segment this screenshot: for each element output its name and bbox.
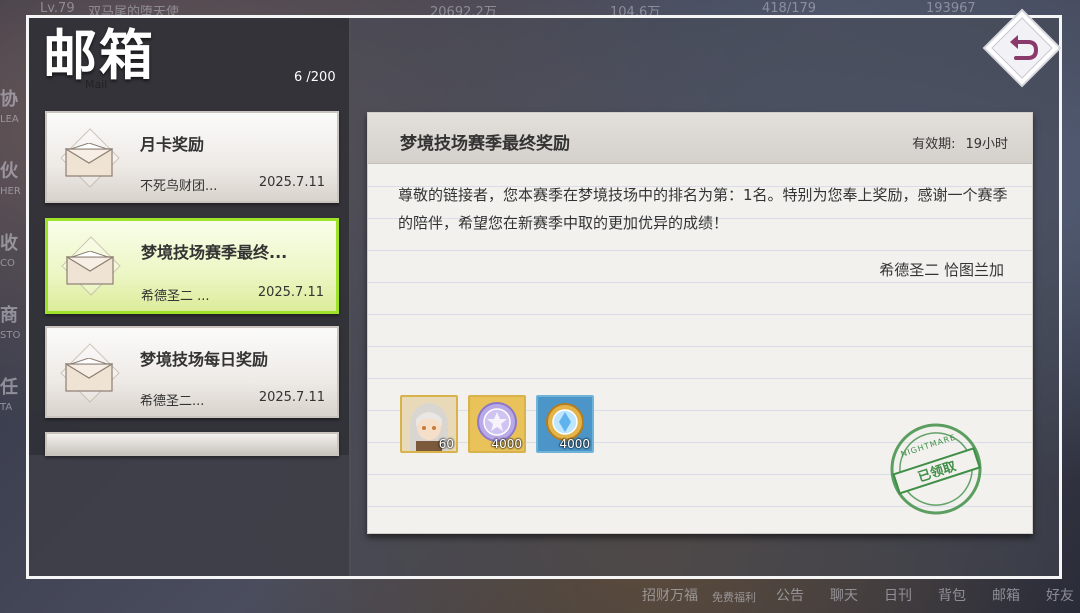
back-button[interactable] xyxy=(982,8,1062,88)
validity: 有效期: 19小时 xyxy=(912,133,1008,152)
mail-date: 2025.7.11 xyxy=(258,390,325,405)
resource-4: 193967 xyxy=(926,1,976,16)
player-level: Lv.79 xyxy=(40,1,75,16)
mail-list-item-selected[interactable]: 梦境技场赛季最终... 希德圣二 ... 2025.7.11 xyxy=(45,218,339,314)
mailbox-window: 邮箱 Mail 6 /200 月卡奖励 不死鸟财团... 2025.7.11 梦… xyxy=(26,15,1062,579)
letter-body: 尊敬的链接者，您本赛季在梦境技场中的排名为第：1名。特别为您奉上奖励，感谢一个赛… xyxy=(398,186,1008,232)
reward-item[interactable]: 4000 xyxy=(536,395,594,453)
mail-date: 2025.7.11 xyxy=(258,175,325,190)
letter-header: 梦境技场赛季最终奖励 有效期: 19小时 xyxy=(368,113,1032,164)
claimed-stamp: NIGHTMARE 已领取 xyxy=(890,423,982,515)
mail-sender: 不死鸟财团... xyxy=(140,179,218,194)
letter-signature: 希德圣二 恰图兰加 xyxy=(879,261,1004,279)
background-bottom-menu: 招财万福 免费福利 公告 聊天 日刊 背包 邮箱 好友 xyxy=(642,588,1074,604)
mail-sender: 希德圣二 ... xyxy=(141,289,210,304)
page-subtitle: Mail xyxy=(85,78,108,91)
mail-list-item[interactable]: 月卡奖励 不死鸟财团... 2025.7.11 xyxy=(45,111,339,203)
envelope-icon xyxy=(65,358,113,392)
mail-title: 月卡奖励 xyxy=(140,135,205,154)
reward-qty: 4000 xyxy=(559,437,590,451)
reward-qty: 60 xyxy=(438,437,454,451)
mail-list-item[interactable]: 梦境技场每日奖励 希德圣二... 2025.7.11 xyxy=(45,326,339,418)
validity-label: 有效期: xyxy=(912,137,956,152)
reward-item[interactable]: 4000 xyxy=(468,395,526,453)
validity-value: 19小时 xyxy=(965,137,1008,152)
background-side-menu: 协 LEA 伙 HER 收 CO 商 STO 任 TA xyxy=(0,89,21,414)
mail-detail-letter: 梦境技场赛季最终奖励 有效期: 19小时 尊敬的链接者，您本赛季在梦境技场中的排名… xyxy=(367,112,1033,534)
reward-item[interactable]: 60 xyxy=(400,395,458,453)
envelope-icon xyxy=(65,143,113,177)
mail-date: 2025.7.11 xyxy=(257,285,324,300)
envelope-icon xyxy=(66,251,114,285)
reward-qty: 4000 xyxy=(491,437,522,451)
mail-list-item-partial[interactable] xyxy=(45,432,339,456)
mail-count: 6 /200 xyxy=(294,70,336,85)
resource-3: 418/179 xyxy=(762,1,817,16)
letter-title: 梦境技场赛季最终奖励 xyxy=(400,134,570,154)
mail-title: 梦境技场赛季最终... xyxy=(141,243,288,262)
mail-title: 梦境技场每日奖励 xyxy=(140,350,269,369)
mail-sender: 希德圣二... xyxy=(140,394,205,409)
mail-list-panel: 邮箱 Mail 6 /200 月卡奖励 不死鸟财团... 2025.7.11 梦… xyxy=(29,18,351,576)
